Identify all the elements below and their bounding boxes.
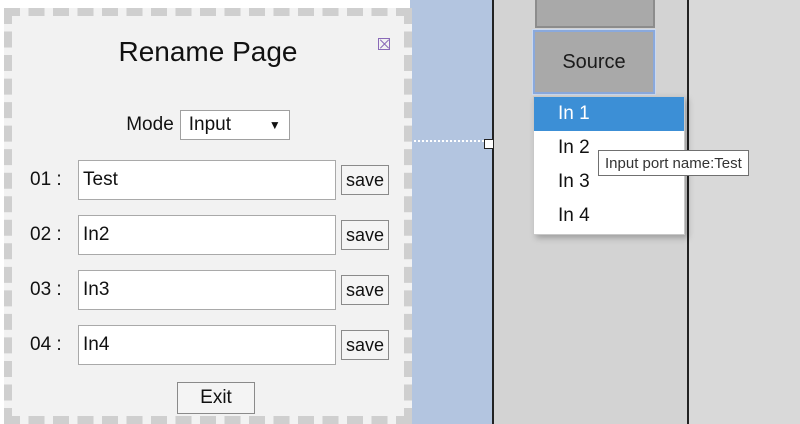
dropdown-item-in1[interactable]: In 1 bbox=[534, 97, 684, 131]
rename-row-03: 03 : In3 save bbox=[30, 270, 389, 310]
resize-handle[interactable] bbox=[484, 139, 494, 149]
name-input-03[interactable]: In3 bbox=[78, 270, 336, 310]
mode-label: Mode bbox=[126, 114, 174, 135]
close-icon[interactable] bbox=[378, 38, 390, 50]
rename-row-02: 02 : In2 save bbox=[30, 215, 389, 255]
row-label: 02 : bbox=[30, 224, 62, 245]
rename-row-01: 01 : Test save bbox=[30, 160, 389, 200]
save-button-04[interactable]: save bbox=[341, 330, 389, 360]
save-button-01[interactable]: save bbox=[341, 165, 389, 195]
dropdown-item-in4[interactable]: In 4 bbox=[534, 199, 684, 233]
save-button-03[interactable]: save bbox=[341, 275, 389, 305]
connection-line bbox=[414, 140, 484, 142]
row-label: 04 : bbox=[30, 334, 62, 355]
mode-select[interactable]: Input ▼ bbox=[179, 110, 290, 140]
name-input-04[interactable]: In4 bbox=[78, 325, 336, 365]
rename-row-04: 04 : In4 save bbox=[30, 325, 389, 365]
dialog-title: Rename Page bbox=[118, 36, 298, 67]
chevron-down-icon: ▼ bbox=[268, 118, 281, 132]
save-button-02[interactable]: save bbox=[341, 220, 389, 250]
row-label: 01 : bbox=[30, 169, 62, 190]
top-button[interactable] bbox=[535, 0, 655, 28]
mode-row: Mode Input ▼ bbox=[12, 110, 404, 140]
row-label: 03 : bbox=[30, 279, 62, 300]
blue-panel bbox=[410, 0, 493, 424]
right-panel bbox=[689, 0, 800, 424]
name-input-02[interactable]: In2 bbox=[78, 215, 336, 255]
source-button[interactable]: Source bbox=[532, 29, 656, 95]
mode-value: Input bbox=[188, 114, 232, 135]
rename-page-dialog: Rename Page Mode Input ▼ 01 : Test save … bbox=[4, 8, 412, 424]
exit-button[interactable]: Exit bbox=[177, 382, 255, 414]
tooltip: Input port name:Test bbox=[598, 150, 749, 176]
name-input-01[interactable]: Test bbox=[78, 160, 336, 200]
